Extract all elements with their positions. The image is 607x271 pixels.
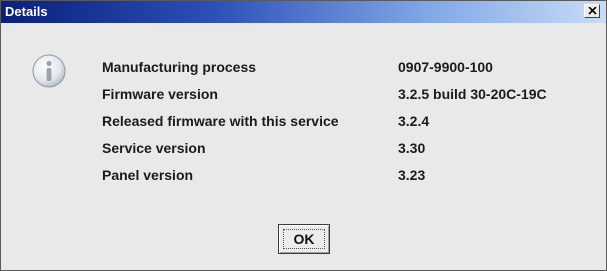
close-button[interactable] [584,4,600,18]
title-bar[interactable]: Details [1,1,606,23]
dialog-content: Manufacturing process 0907-9900-100 Firm… [1,23,606,270]
detail-label: Manufacturing process [102,59,257,75]
detail-row-panel-version: Panel version 3.23 [102,167,592,187]
details-dialog: Details Manufacturing process 0907-9900-… [0,0,607,271]
detail-label: Panel version [102,167,194,183]
detail-value: 3.23 [398,167,426,183]
detail-row-released-firmware: Released firmware with this service 3.2.… [102,113,592,133]
close-icon [588,7,597,15]
detail-label: Service version [102,140,206,156]
ok-button[interactable]: OK [278,224,330,254]
detail-value: 3.2.4 [398,113,430,129]
detail-value: 3.30 [398,140,426,156]
detail-label: Firmware version [102,86,218,102]
detail-row-service-version: Service version 3.30 [102,140,592,160]
window-title: Details [5,4,48,19]
detail-row-manufacturing-process: Manufacturing process 0907-9900-100 [102,59,592,79]
detail-label: Released firmware with this service [102,113,339,129]
detail-value: 0907-9900-100 [398,59,493,75]
detail-row-firmware-version: Firmware version 3.2.5 build 30-20C-19C [102,86,592,106]
ok-button-label: OK [293,231,315,247]
info-icon [32,54,66,88]
detail-value: 3.2.5 build 30-20C-19C [398,86,547,102]
